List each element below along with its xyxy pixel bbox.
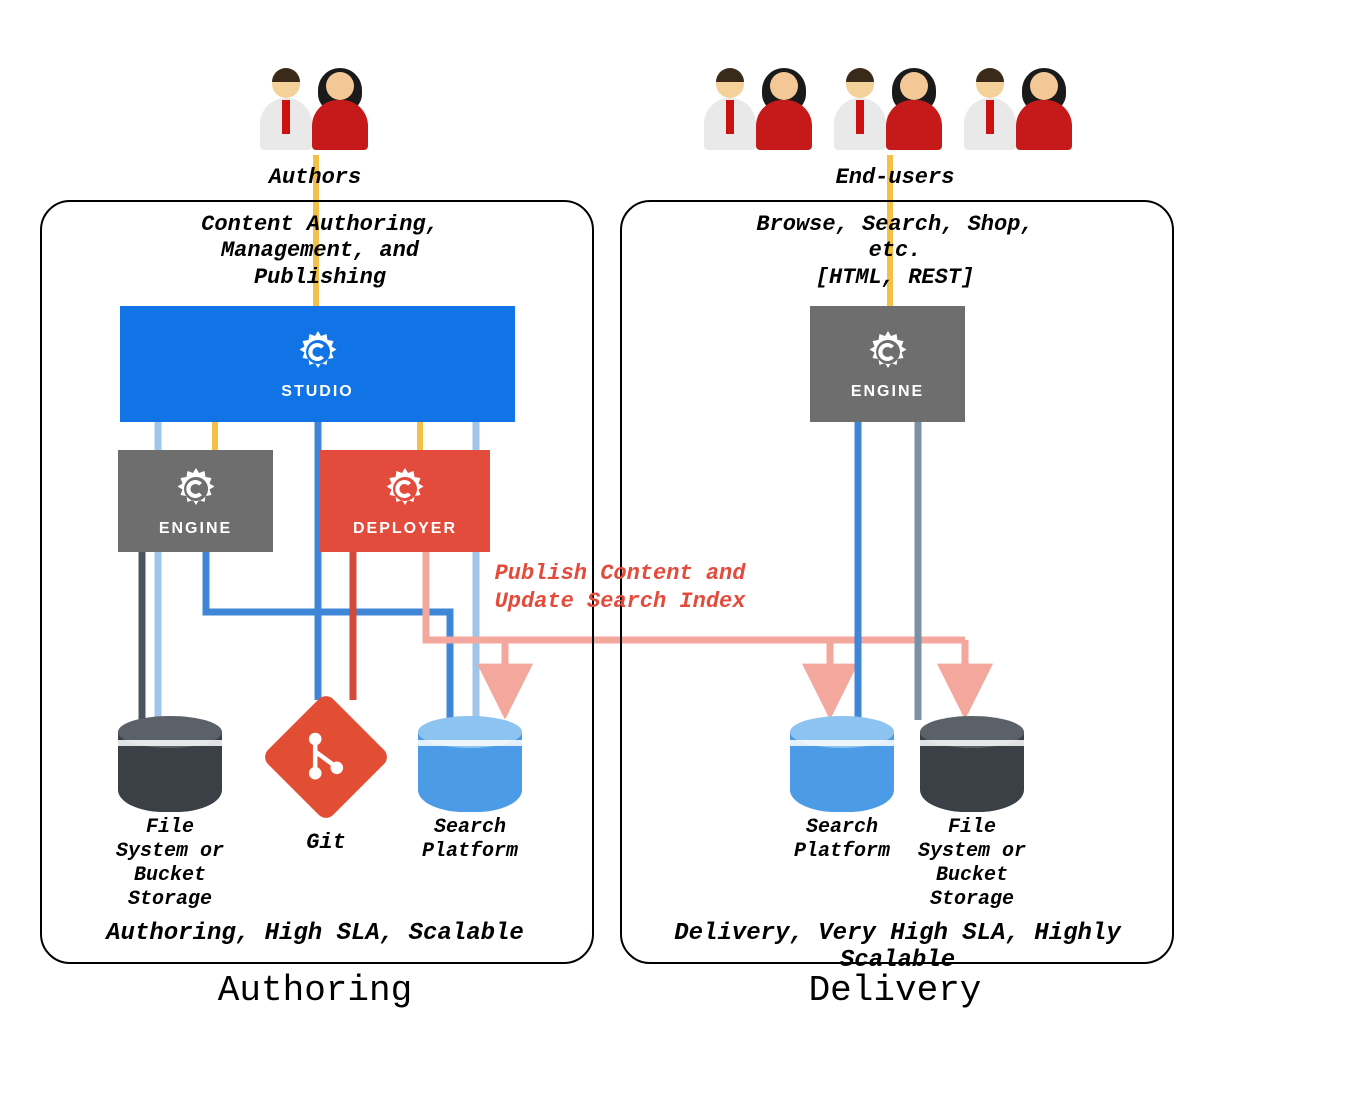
- git-label: Git: [276, 830, 376, 856]
- delivery-title: Delivery: [620, 970, 1170, 1011]
- users-icon: [700, 68, 820, 153]
- authors-icon: [256, 68, 376, 153]
- authoring-file-store-icon: [118, 716, 222, 812]
- authoring-headline: Content Authoring, Management, and Publi…: [120, 212, 520, 291]
- engine-label: ENGINE: [851, 383, 924, 401]
- delivery-engine-node: ENGINE: [810, 306, 965, 422]
- delivery-caption: Delivery, Very High SLA, Highly Scalable: [635, 920, 1160, 974]
- deployer-label: DEPLOYER: [353, 520, 457, 538]
- publish-label: Publish Content and Update Search Index: [490, 560, 750, 615]
- authoring-title: Authoring: [40, 970, 590, 1011]
- endusers-icon: [700, 68, 1080, 153]
- delivery-search-store-icon: [790, 716, 894, 812]
- delivery-file-store-label: File System or Bucket Storage: [892, 816, 1052, 912]
- endusers-label: End-users: [790, 165, 1000, 191]
- authoring-caption: Authoring, High SLA, Scalable: [60, 920, 570, 947]
- gear-c-icon: [863, 327, 913, 377]
- delivery-file-store-icon: [920, 716, 1024, 812]
- architecture-diagram: Authors End-users Content Authoring, Man…: [0, 0, 1345, 1105]
- gear-c-icon: [380, 464, 430, 514]
- studio-label: STUDIO: [281, 383, 353, 401]
- authoring-engine-node: ENGINE: [118, 450, 273, 552]
- authors-label: Authors: [210, 165, 420, 191]
- engine-label: ENGINE: [159, 520, 232, 538]
- authoring-search-store-label: Search Platform: [390, 816, 550, 864]
- git-icon: [261, 692, 391, 822]
- studio-node: STUDIO: [120, 306, 515, 422]
- gear-c-icon: [293, 327, 343, 377]
- users-icon: [830, 68, 950, 153]
- authoring-search-store-icon: [418, 716, 522, 812]
- authoring-file-store-label: File System or Bucket Storage: [90, 816, 250, 912]
- deployer-node: DEPLOYER: [320, 450, 490, 552]
- users-icon: [256, 68, 376, 153]
- gear-c-icon: [171, 464, 221, 514]
- users-icon: [960, 68, 1080, 153]
- delivery-headline: Browse, Search, Shop, etc. [HTML, REST]: [690, 212, 1100, 291]
